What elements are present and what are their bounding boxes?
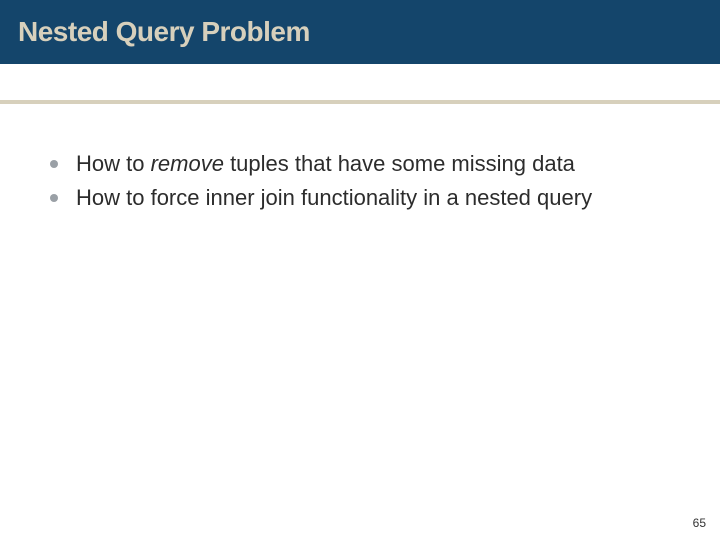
bullet-text-prefix: How to force inner join functionality in… [76, 185, 592, 210]
bullet-text-prefix: How to [76, 151, 151, 176]
list-item: How to force inner join functionality in… [44, 184, 676, 212]
page-number: 65 [693, 516, 706, 530]
title-bar: Nested Query Problem [0, 0, 720, 64]
slide-body: How to remove tuples that have some miss… [44, 150, 676, 217]
bullet-text-emphasis: remove [151, 151, 224, 176]
bullet-text-suffix: tuples that have some missing data [224, 151, 575, 176]
accent-divider [0, 100, 720, 104]
slide-title: Nested Query Problem [18, 16, 310, 48]
list-item: How to remove tuples that have some miss… [44, 150, 676, 178]
bullet-list: How to remove tuples that have some miss… [44, 150, 676, 211]
